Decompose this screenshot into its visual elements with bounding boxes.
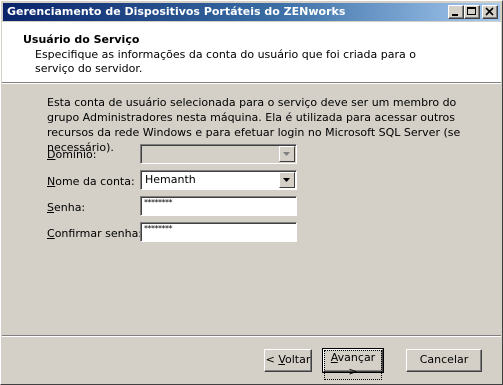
title-bar[interactable]: Gerenciamento de Dispositivos Portáteis … <box>3 3 500 21</box>
chevron-down-icon <box>283 152 290 156</box>
installer-window: Gerenciamento de Dispositivos Portáteis … <box>0 0 503 385</box>
maximize-button[interactable] <box>464 5 480 19</box>
cancel-button[interactable]: Cancelar <box>406 349 482 372</box>
account-name-dropdown-button[interactable] <box>279 172 295 188</box>
password-field[interactable]: ******** <box>140 196 297 216</box>
back-button[interactable]: < Voltar <box>264 349 312 372</box>
minimize-icon <box>452 14 458 16</box>
window-title: Gerenciamento de Dispositivos Portáteis … <box>7 5 346 18</box>
account-name-value: Hemanth <box>145 173 196 186</box>
minimize-button[interactable] <box>448 5 464 19</box>
confirm-password-value: ******** <box>144 224 173 233</box>
wizard-header: Usuário do Serviço Especifique as inform… <box>2 22 501 82</box>
account-name-dropdown[interactable]: Hemanth <box>140 170 297 190</box>
footer-divider <box>2 335 501 337</box>
close-button[interactable] <box>482 5 498 19</box>
confirm-password-field[interactable]: ******** <box>140 222 297 242</box>
page-title: Usuário do Serviço <box>23 33 140 46</box>
password-label: Senha: <box>47 201 86 214</box>
next-button[interactable]: Avançar > <box>322 348 384 380</box>
close-icon <box>485 7 494 16</box>
next-button-focus: Avançar > <box>324 350 382 380</box>
maximize-icon <box>467 7 476 15</box>
chevron-down-icon <box>283 178 290 182</box>
account-name-label: Nome da conta: <box>47 175 135 188</box>
domain-dropdown-button[interactable] <box>279 146 295 162</box>
domain-dropdown[interactable] <box>140 144 297 164</box>
page-subtitle: Especifique as informações da conta do u… <box>35 48 416 75</box>
domain-label: Domínio: <box>47 148 97 161</box>
password-value: ******** <box>144 198 173 207</box>
header-divider <box>2 82 501 84</box>
confirm-password-label: Confirmar senha: <box>47 227 143 240</box>
